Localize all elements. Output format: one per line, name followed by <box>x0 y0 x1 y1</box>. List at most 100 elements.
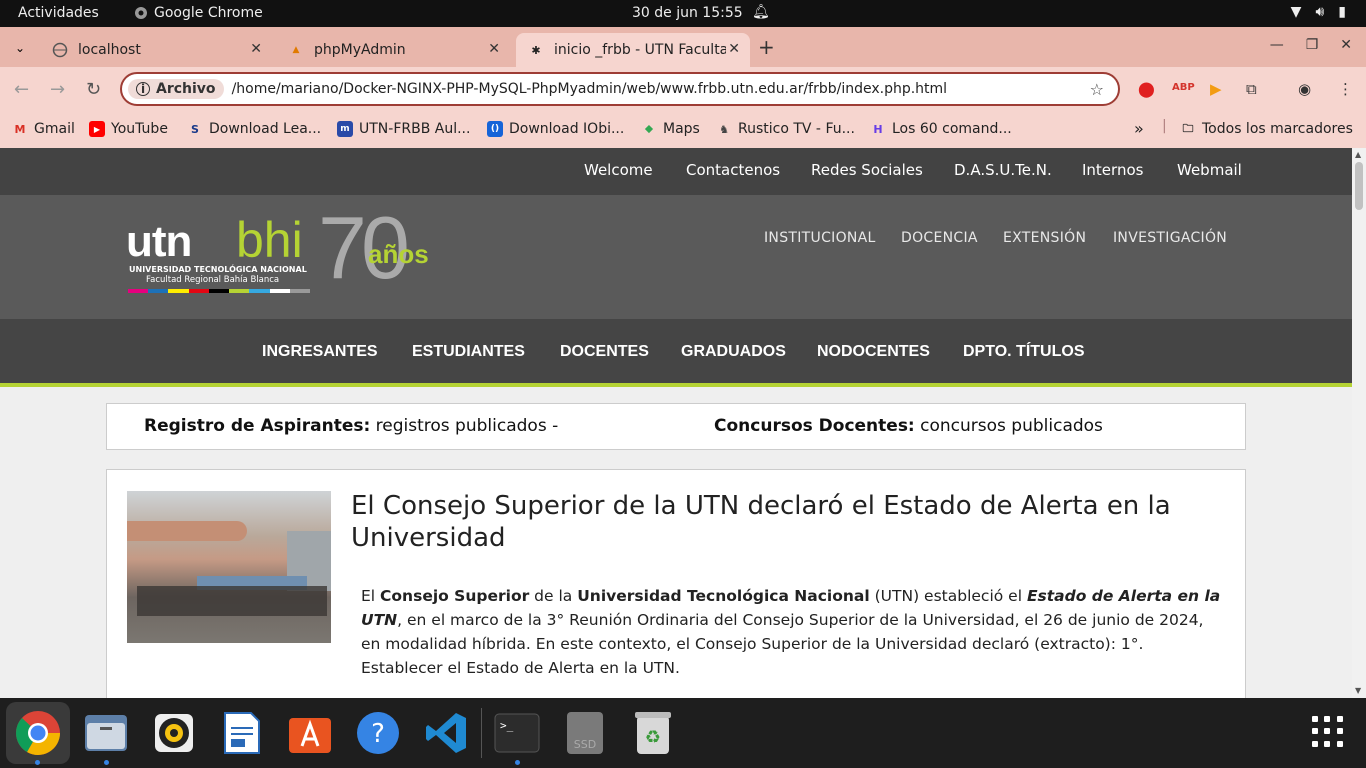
scroll-up-icon[interactable]: ▲ <box>1355 150 1361 159</box>
volume-icon: 🔊︎ <box>1315 4 1325 20</box>
reload-button[interactable]: ↻ <box>86 79 101 100</box>
adblock-icon[interactable]: ABP <box>1172 82 1195 93</box>
bookmark-star-icon[interactable]: ☆ <box>1090 80 1104 99</box>
clock[interactable]: 30 de jun 15:55 <box>632 5 743 21</box>
wifi-icon: ▼ <box>1290 4 1302 20</box>
bookmark-maps[interactable]: ⬥ Maps <box>641 121 700 137</box>
bookmark-download-lea[interactable]: S Download Lea... <box>187 121 321 137</box>
all-bookmarks-button[interactable]: 🗀︎ Todos los marcadores <box>1180 121 1353 137</box>
tab-utn[interactable]: ✱ inicio _frbb - UTN Faculta ✕ <box>516 33 750 67</box>
nav-graduados[interactable]: GRADUADOS <box>681 343 786 361</box>
announcements-bar: Registro de Aspirantes: registros public… <box>106 403 1246 450</box>
iobit-icon: () <box>487 121 503 137</box>
bookmark-utn-frbb[interactable]: m UTN-FRBB Aul... <box>337 121 470 137</box>
nav-docentes[interactable]: DOCENTES <box>560 343 649 361</box>
bookmark-youtube[interactable]: ▶ YouTube <box>89 121 168 137</box>
dock-trash[interactable]: ♻ <box>630 710 676 756</box>
app-menu[interactable]: Google Chrome <box>134 5 263 21</box>
chevron-down-icon: ⌄ <box>14 41 26 55</box>
registro-aspirantes[interactable]: Registro de Aspirantes: registros public… <box>144 416 558 436</box>
maximize-icon[interactable]: ❐ <box>1306 37 1319 53</box>
scrollbar-thumb[interactable] <box>1355 162 1363 210</box>
dock-ssd[interactable]: SSD <box>562 710 608 756</box>
running-indicator <box>515 760 520 765</box>
news-text: El <box>361 587 381 605</box>
running-indicator <box>35 760 40 765</box>
bookmark-rustico[interactable]: ♞ Rustico TV - Fu... <box>716 121 855 137</box>
dock-app-center[interactable] <box>287 710 333 756</box>
tab-search-button[interactable]: ⌄ <box>8 36 32 60</box>
rustico-icon: ♞ <box>719 122 729 136</box>
news-text: de la <box>529 587 578 605</box>
forward-button[interactable]: → <box>50 79 65 100</box>
site-info-chip[interactable]: i Archivo <box>128 79 224 99</box>
svg-text:>_: >_ <box>500 719 514 732</box>
nav-contactenos[interactable]: Contactenos <box>686 161 780 179</box>
bookmark-label: Maps <box>663 121 700 137</box>
dock-help[interactable]: ? <box>355 710 401 756</box>
new-tab-button[interactable]: + <box>758 35 775 59</box>
dock-writer[interactable] <box>219 710 265 756</box>
bookmark-60-comandos[interactable]: H Los 60 comand... <box>870 121 1011 137</box>
dock-files[interactable] <box>83 710 129 756</box>
page-scrollbar[interactable]: ▲ ▼ <box>1352 148 1366 698</box>
youtube-icon: ▶ <box>89 121 105 137</box>
nav-nodocentes[interactable]: NODOCENTES <box>817 343 930 361</box>
play-icon[interactable]: ▶ <box>1210 80 1222 98</box>
extensions-icon[interactable]: ⧉ <box>1246 80 1257 98</box>
news-photo[interactable] <box>127 491 331 643</box>
phpmyadmin-icon: ▲ <box>292 45 300 55</box>
menu-icon[interactable]: ⋮ <box>1338 80 1353 98</box>
activities-button[interactable]: Actividades <box>18 5 99 21</box>
menu-docencia[interactable]: DOCENCIA <box>901 230 978 246</box>
address-bar[interactable]: i Archivo /home/mariano/Docker-NGINX-PHP… <box>120 72 1120 106</box>
close-window-icon[interactable]: ✕ <box>1340 37 1352 53</box>
dock-terminal[interactable]: >_ <box>494 710 540 756</box>
nav-internos[interactable]: Internos <box>1082 161 1143 179</box>
dock-rhythmbox[interactable] <box>151 710 197 756</box>
tab-title: phpMyAdmin <box>314 42 406 58</box>
logo-utn: utn <box>126 217 192 266</box>
site-logo[interactable]: utn bhi 70 años UNIVERSIDAD TECNOLÓGICA … <box>126 198 456 302</box>
url-text[interactable]: /home/mariano/Docker-NGINX-PHP-MySQL-Php… <box>232 81 948 97</box>
nav-welcome[interactable]: Welcome <box>584 161 653 179</box>
nav-ingresantes[interactable]: INGRESANTES <box>262 343 378 361</box>
battery-icon: ▮ <box>1338 4 1346 20</box>
bookmark-iobit[interactable]: () Download IObi... <box>487 121 624 137</box>
news-title[interactable]: El Consejo Superior de la UTN declaró el… <box>351 490 1211 554</box>
menu-extension[interactable]: EXTENSIÓN <box>1003 230 1086 246</box>
system-top-bar: Actividades Google Chrome 30 de jun 15:5… <box>0 0 1366 27</box>
close-icon[interactable]: ✕ <box>728 41 740 57</box>
dock-chrome[interactable] <box>6 702 70 764</box>
nav-redes-sociales[interactable]: Redes Sociales <box>811 161 923 179</box>
close-icon[interactable]: ✕ <box>250 41 262 57</box>
menu-investigacion[interactable]: INVESTIGACIÓN <box>1113 230 1227 246</box>
dock-vscode[interactable] <box>423 710 469 756</box>
system-tray[interactable]: ▼ 🔊︎ ▮ <box>1291 4 1346 20</box>
bookmarks-bar: M Gmail ▶ YouTube S Download Lea... m UTN-FR… <box>0 112 1366 148</box>
tab-phpmyadmin[interactable]: ▲ phpMyAdmin ✕ <box>276 33 510 67</box>
bookmark-label: Gmail <box>34 121 75 137</box>
nav-webmail[interactable]: Webmail <box>1177 161 1242 179</box>
opera-icon[interactable]: ⬤ <box>1138 80 1155 98</box>
avatar[interactable]: ◉ <box>1298 80 1311 98</box>
close-icon[interactable]: ✕ <box>488 41 500 57</box>
moodle-icon: m <box>337 121 353 137</box>
tab-localhost[interactable]: localhost ✕ <box>40 33 272 67</box>
nav-dasuten[interactable]: D.A.S.U.Te.N. <box>954 161 1052 179</box>
scroll-down-icon[interactable]: ▼ <box>1355 686 1361 695</box>
back-button[interactable]: ← <box>14 79 29 100</box>
chrome-icon <box>16 711 60 755</box>
folder-icon: 🗀︎ <box>1182 121 1194 135</box>
concursos-docentes[interactable]: Concursos Docentes: concursos publicados <box>714 416 1103 436</box>
news-body: El Consejo Superior de la Universidad Te… <box>361 584 1221 680</box>
nav-estudiantes[interactable]: ESTUDIANTES <box>412 343 525 361</box>
show-apps-grid-icon[interactable] <box>1312 716 1344 748</box>
bookmark-gmail[interactable]: M Gmail <box>12 121 75 137</box>
minimize-icon[interactable]: — <box>1270 37 1284 53</box>
main-nav: INGRESANTES ESTUDIANTES DOCENTES GRADUAD… <box>0 319 1352 387</box>
bookmarks-overflow-button[interactable]: » <box>1134 119 1144 138</box>
all-bookmarks-label: Todos los marcadores <box>1202 121 1353 137</box>
menu-institucional[interactable]: INSTITUCIONAL <box>764 230 876 246</box>
nav-dpto-titulos[interactable]: DPTO. TÍTULOS <box>963 343 1084 361</box>
